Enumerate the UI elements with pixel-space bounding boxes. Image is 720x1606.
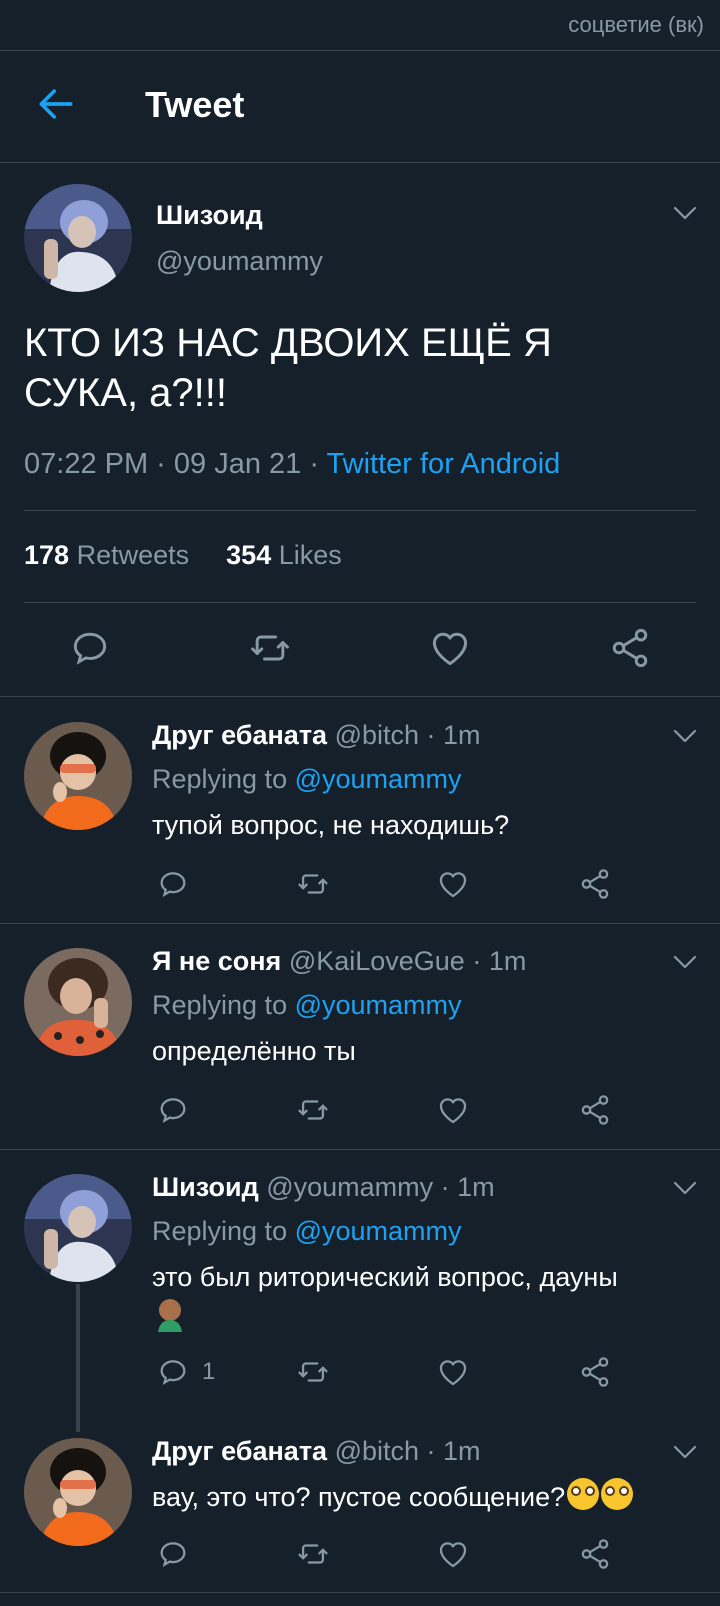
reply-author-name[interactable]: Я не соня <box>152 946 281 976</box>
reply-meta: @KaiLoveGue · 1m <box>281 946 527 976</box>
reply-text: вау, это что? пустое сообщение? <box>152 1478 634 1516</box>
reply-meta: @bitch · 1m <box>327 720 481 750</box>
reply-icon[interactable] <box>68 626 112 670</box>
chevron-down-icon[interactable] <box>672 1180 698 1196</box>
replying-to: Replying to @youmammy <box>152 1216 462 1247</box>
divider <box>24 602 696 603</box>
like-icon[interactable] <box>436 1537 470 1571</box>
chevron-down-icon[interactable] <box>672 954 698 970</box>
reply-author-name[interactable]: Друг ебаната <box>152 720 327 750</box>
divider <box>24 510 696 511</box>
reply-author-name[interactable]: Друг ебаната <box>152 1436 327 1466</box>
retweet-icon[interactable] <box>296 1355 330 1389</box>
reply-text: определённо ты <box>152 1036 356 1066</box>
like-label[interactable]: Likes <box>271 540 342 570</box>
author-name[interactable]: Шизоид <box>156 200 263 231</box>
reply-meta: @bitch · 1m <box>327 1436 481 1466</box>
reply-header: Я не соня @KaiLoveGue · 1m <box>152 946 526 977</box>
flushed-emoji <box>567 1478 600 1510</box>
back-arrow-icon[interactable] <box>34 82 78 126</box>
replying-to: Replying to @youmammy <box>152 990 462 1021</box>
reply-text: тупой вопрос, не находишь? <box>152 810 510 840</box>
status-bar: соцветие (вк) <box>0 0 720 51</box>
reply-header: Друг ебаната @bitch · 1m <box>152 1436 481 1467</box>
retweet-icon[interactable] <box>296 867 330 901</box>
flushed-emoji <box>601 1478 634 1510</box>
tweet-source[interactable]: Twitter for Android <box>327 448 561 480</box>
divider <box>0 1592 720 1593</box>
facepalm-emoji <box>158 1299 182 1332</box>
like-icon[interactable] <box>436 867 470 901</box>
header: Tweet <box>0 50 720 163</box>
page-title: Tweet <box>145 84 245 125</box>
reply-header: Шизоид @youmammy · 1m <box>152 1172 495 1203</box>
share-icon[interactable] <box>578 867 612 901</box>
replying-to: Replying to @youmammy <box>152 764 462 795</box>
avatar[interactable] <box>24 722 132 830</box>
chevron-down-icon[interactable] <box>672 205 698 221</box>
replying-label: Replying to <box>152 990 295 1020</box>
author-handle[interactable]: @youmammy <box>156 246 323 277</box>
retweet-icon[interactable] <box>296 1537 330 1571</box>
watermark: соцветие (вк) <box>568 12 704 37</box>
like-icon[interactable] <box>436 1093 470 1127</box>
replying-label: Replying to <box>152 1216 295 1246</box>
like-count[interactable]: 354 <box>226 540 271 570</box>
share-icon[interactable] <box>578 1355 612 1389</box>
retweet-icon[interactable] <box>248 626 292 670</box>
reply-author-name[interactable]: Шизоид <box>152 1172 259 1202</box>
retweet-icon[interactable] <box>296 1093 330 1127</box>
reply-icon[interactable] <box>156 867 190 901</box>
chevron-down-icon[interactable] <box>672 1444 698 1460</box>
tweet-stats: 178 Retweets 354 Likes <box>24 540 342 571</box>
replying-link[interactable]: @youmammy <box>295 990 462 1020</box>
avatar[interactable] <box>24 948 132 1056</box>
tweet-text: КТО ИЗ НАС ДВОИХ ЕЩЁ Я СУКА, а?!!! <box>24 321 552 415</box>
avatar[interactable] <box>24 184 132 292</box>
like-icon[interactable] <box>436 1355 470 1389</box>
avatar[interactable] <box>24 1438 132 1546</box>
thread-line <box>76 1284 80 1432</box>
share-icon[interactable] <box>578 1093 612 1127</box>
reply-count: 1 <box>202 1358 216 1385</box>
tweet-time: 07:22 PM · 09 Jan 21 · <box>24 448 327 480</box>
retweet-label[interactable]: Retweets <box>69 540 190 570</box>
replying-link[interactable]: @youmammy <box>295 1216 462 1246</box>
like-icon[interactable] <box>428 626 472 670</box>
share-icon[interactable] <box>578 1537 612 1571</box>
reply-meta: @youmammy · 1m <box>258 1172 495 1202</box>
tweet-meta: 07:22 PM · 09 Jan 21 · Twitter for Andro… <box>24 448 560 481</box>
chevron-down-icon[interactable] <box>672 728 698 744</box>
replying-label: Replying to <box>152 764 295 794</box>
reply-icon[interactable] <box>156 1093 190 1127</box>
reply-text: это был риторический вопрос, дауны <box>152 1262 618 1292</box>
share-icon[interactable] <box>608 626 652 670</box>
reply-text-content: вау, это что? пустое сообщение? <box>152 1482 566 1512</box>
replying-link[interactable]: @youmammy <box>295 764 462 794</box>
avatar[interactable] <box>24 1174 132 1282</box>
retweet-count[interactable]: 178 <box>24 540 69 570</box>
reply-icon[interactable] <box>156 1537 190 1571</box>
reply-header: Друг ебаната @bitch · 1m <box>152 720 481 751</box>
reply-icon[interactable] <box>156 1355 190 1389</box>
